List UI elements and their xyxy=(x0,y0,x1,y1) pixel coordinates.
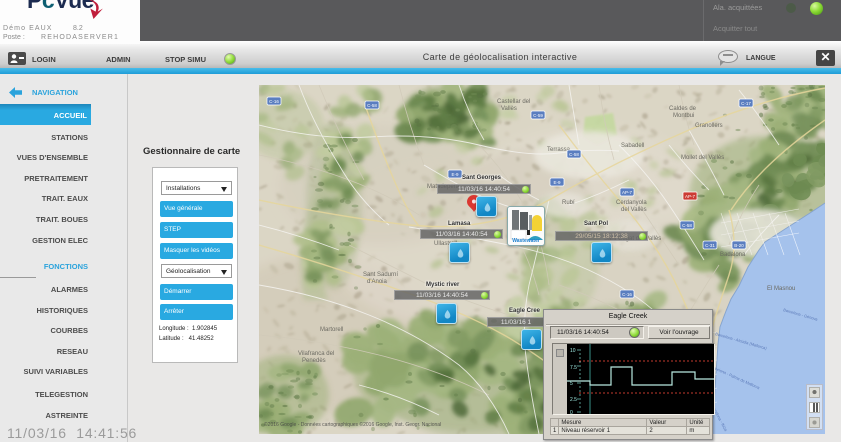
svg-text:C-16: C-16 xyxy=(622,292,632,297)
svg-text:2.5: 2.5 xyxy=(570,397,577,403)
svg-text:5: 5 xyxy=(570,381,573,387)
svg-text:Sabadell: Sabadell xyxy=(621,143,644,149)
svg-text:10: 10 xyxy=(570,348,576,354)
svg-text:d'Anoia: d'Anoia xyxy=(367,279,387,285)
svg-text:Castellar del: Castellar del xyxy=(497,99,530,105)
svg-text:E-9: E-9 xyxy=(451,172,459,177)
svg-text:C-58: C-58 xyxy=(569,152,579,157)
svg-text:B-20: B-20 xyxy=(734,243,744,248)
svg-text:Penedès: Penedès xyxy=(302,358,326,364)
svg-text:Martorell: Martorell xyxy=(320,327,343,333)
svg-text:Vilafranca del: Vilafranca del xyxy=(298,351,334,357)
svg-text:Mollet del Vallès: Mollet del Vallès xyxy=(681,155,724,161)
svg-text:Vallès: Vallès xyxy=(501,106,517,112)
svg-text:©2016 Google - Données cartogr: ©2016 Google - Données cartographiques ©… xyxy=(264,421,441,428)
svg-text:Cerdanyola: Cerdanyola xyxy=(616,200,647,206)
svg-text:El Masnou: El Masnou xyxy=(767,286,795,292)
svg-text:E-9: E-9 xyxy=(553,180,561,185)
svg-text:Montbui: Montbui xyxy=(673,113,694,119)
svg-text:Sant Sadurní: Sant Sadurní xyxy=(363,272,398,278)
svg-text:Caldes de: Caldes de xyxy=(669,106,697,112)
svg-text:0: 0 xyxy=(570,410,573,414)
svg-text:AP-7: AP-7 xyxy=(622,190,633,195)
svg-text:Granollers: Granollers xyxy=(695,123,723,129)
svg-text:Badalona: Badalona xyxy=(720,252,746,258)
svg-text:C-31: C-31 xyxy=(705,243,715,248)
svg-text:C-58: C-58 xyxy=(682,223,692,228)
svg-text:AP-7: AP-7 xyxy=(685,194,696,199)
svg-text:C-16: C-16 xyxy=(269,99,279,104)
svg-text:C-58: C-58 xyxy=(367,103,377,108)
svg-text:7.5: 7.5 xyxy=(570,365,577,371)
svg-text:C-17: C-17 xyxy=(741,101,751,106)
svg-text:C-59: C-59 xyxy=(533,113,543,118)
svg-text:Rubí: Rubí xyxy=(562,200,575,206)
svg-text:del Vallès: del Vallès xyxy=(621,207,647,213)
